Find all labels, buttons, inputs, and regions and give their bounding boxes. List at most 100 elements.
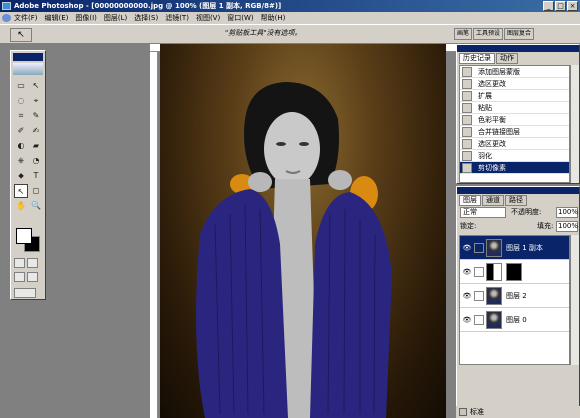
maximize-button[interactable]: □ (555, 1, 566, 11)
brush-tool-icon[interactable]: ✍ (29, 124, 43, 138)
layers-panel-title-bar[interactable] (457, 187, 579, 194)
brush-link-icon[interactable] (474, 314, 484, 325)
crop-tool-icon[interactable]: ⌗ (14, 109, 28, 123)
palette-tab-layer-comps[interactable]: 图层复合 (504, 28, 535, 40)
path-selection-icon[interactable]: ↖ (14, 184, 28, 198)
layer-row[interactable]: 👁 图层 0 (460, 308, 569, 332)
quick-mask-button[interactable] (27, 258, 38, 268)
brush-link-icon[interactable] (474, 242, 484, 253)
tool-preset-picker[interactable]: ↖ (10, 28, 32, 42)
gradient-tool-icon[interactable]: ◔ (29, 154, 43, 168)
layer-row[interactable]: 👁 图层 1 副本 (460, 236, 569, 260)
history-item[interactable]: 添加图层蒙版 (460, 66, 569, 78)
layer-row[interactable]: 👁 (460, 260, 569, 284)
document-canvas[interactable] (160, 44, 446, 418)
history-item-selected[interactable]: 剪切像素 (460, 162, 569, 174)
palette-tab-tool-presets[interactable]: 工具预设 (473, 28, 504, 40)
hand-tool-icon[interactable]: ✋ (14, 199, 28, 213)
layer-name: 图层 0 (506, 315, 527, 324)
history-item[interactable]: 合并链接图层 (460, 126, 569, 138)
history-snapshot-checkbox[interactable] (462, 114, 472, 125)
shape-tool-icon[interactable]: ◻ (29, 184, 43, 198)
foreground-color-swatch[interactable] (16, 228, 32, 244)
menu-filter[interactable]: 滤镜(T) (165, 13, 189, 23)
history-snapshot-checkbox[interactable] (462, 78, 472, 89)
menu-window[interactable]: 窗口(W) (227, 13, 253, 23)
brush-link-icon[interactable] (474, 266, 484, 277)
history-item[interactable]: 选区更改 (460, 138, 569, 150)
history-snapshot-checkbox[interactable] (462, 150, 472, 161)
lasso-tool-icon[interactable]: ◌ (14, 94, 28, 108)
layers-scrollbar[interactable] (570, 235, 579, 365)
history-item[interactable]: 色彩平衡 (460, 114, 569, 126)
history-item-label: 合并链接图层 (478, 127, 520, 136)
menu-file[interactable]: 文件(F) (14, 13, 38, 23)
menu-help[interactable]: 帮助(H) (261, 13, 286, 23)
status-mode-label: 标准 (470, 408, 484, 416)
history-snapshot-checkbox[interactable] (462, 90, 472, 101)
vertical-ruler[interactable] (150, 52, 158, 418)
menu-view[interactable]: 视图(V) (196, 13, 220, 23)
edit-mode-buttons (14, 258, 38, 268)
fill-label: 填充: (537, 222, 554, 230)
eye-icon[interactable]: 👁 (462, 267, 472, 277)
standard-mode-button[interactable] (14, 258, 25, 268)
jump-to-imageready-button[interactable] (14, 288, 36, 298)
menu-layer[interactable]: 图层(L) (104, 13, 127, 23)
eraser-tool-icon[interactable]: ⎈ (14, 154, 28, 168)
menu-select[interactable]: 选择(S) (134, 13, 158, 23)
screen-mode-buttons (14, 272, 38, 282)
marquee-tool-icon[interactable]: ▭ (14, 79, 28, 93)
history-panel: 历史记录 动作 添加图层蒙版 选区更改 扩展 粘贴 色彩平衡 合并链接图层 选区… (456, 44, 580, 184)
eye-icon[interactable]: 👁 (462, 243, 472, 253)
opacity-label: 不透明度: (511, 208, 542, 216)
close-button[interactable]: × (567, 1, 578, 11)
history-snapshot-checkbox[interactable] (462, 66, 472, 77)
layer-row[interactable]: 👁 图层 2 (460, 284, 569, 308)
minimize-button[interactable]: _ (543, 1, 554, 11)
history-snapshot-checkbox[interactable] (462, 162, 472, 173)
history-snapshot-checkbox[interactable] (462, 126, 472, 137)
tab-actions[interactable]: 动作 (496, 53, 518, 64)
layer-name: 图层 1 副本 (506, 243, 543, 252)
opacity-input[interactable]: 100% (556, 207, 578, 218)
history-snapshot-checkbox[interactable] (462, 102, 472, 113)
type-tool-icon[interactable]: T (29, 169, 43, 183)
history-brush-icon[interactable]: ▰ (29, 139, 43, 153)
history-item-label: 添加图层蒙版 (478, 67, 520, 76)
tab-layers[interactable]: 图层 (459, 195, 481, 206)
move-tool-icon[interactable]: ↖ (29, 79, 43, 93)
palette-well: 画笔 工具预设 图层复合 (454, 28, 576, 40)
tab-channels[interactable]: 通道 (482, 195, 504, 206)
history-item[interactable]: 扩展 (460, 90, 569, 102)
history-scrollbar[interactable] (570, 65, 579, 183)
healing-brush-icon[interactable]: ✐ (14, 124, 28, 138)
history-snapshot-checkbox[interactable] (462, 138, 472, 149)
clone-stamp-icon[interactable]: ◐ (14, 139, 28, 153)
history-panel-title-bar[interactable] (457, 45, 579, 52)
history-item[interactable]: 粘贴 (460, 102, 569, 114)
tab-paths[interactable]: 路径 (505, 195, 527, 206)
blur-tool-icon[interactable]: ⬥ (14, 169, 28, 183)
history-item[interactable]: 选区更改 (460, 78, 569, 90)
palette-tab-brushes[interactable]: 画笔 (454, 28, 473, 40)
tool-grid: ▭ ↖ ◌ ⌖ ⌗ ✎ ✐ ✍ ◐ ▰ ⎈ ◔ ⬥ T ↖ ◻ ✋ 🔍 (14, 79, 43, 213)
menu-edit[interactable]: 编辑(E) (45, 13, 69, 23)
standard-screen-button[interactable] (14, 272, 25, 282)
history-item[interactable]: 羽化 (460, 150, 569, 162)
magic-wand-icon[interactable]: ⌖ (29, 94, 43, 108)
eye-icon[interactable]: 👁 (462, 315, 472, 325)
full-screen-button[interactable] (27, 272, 38, 282)
tab-history[interactable]: 历史记录 (459, 53, 495, 64)
layer-thumbnail (486, 286, 502, 305)
brush-link-icon[interactable] (474, 290, 484, 301)
eye-icon[interactable]: 👁 (462, 291, 472, 301)
zoom-tool-icon[interactable]: 🔍 (29, 199, 43, 213)
toolbox-title-bar[interactable] (13, 53, 43, 61)
fill-input[interactable]: 100% (556, 221, 578, 232)
menu-bar: 文件(F) 编辑(E) 图像(I) 图层(L) 选择(S) 滤镜(T) 视图(V… (0, 12, 580, 24)
menu-image[interactable]: 图像(I) (75, 13, 97, 23)
blend-mode-select[interactable]: 正常 (460, 207, 506, 218)
slice-tool-icon[interactable]: ✎ (29, 109, 43, 123)
toolbox-logo (13, 63, 43, 75)
